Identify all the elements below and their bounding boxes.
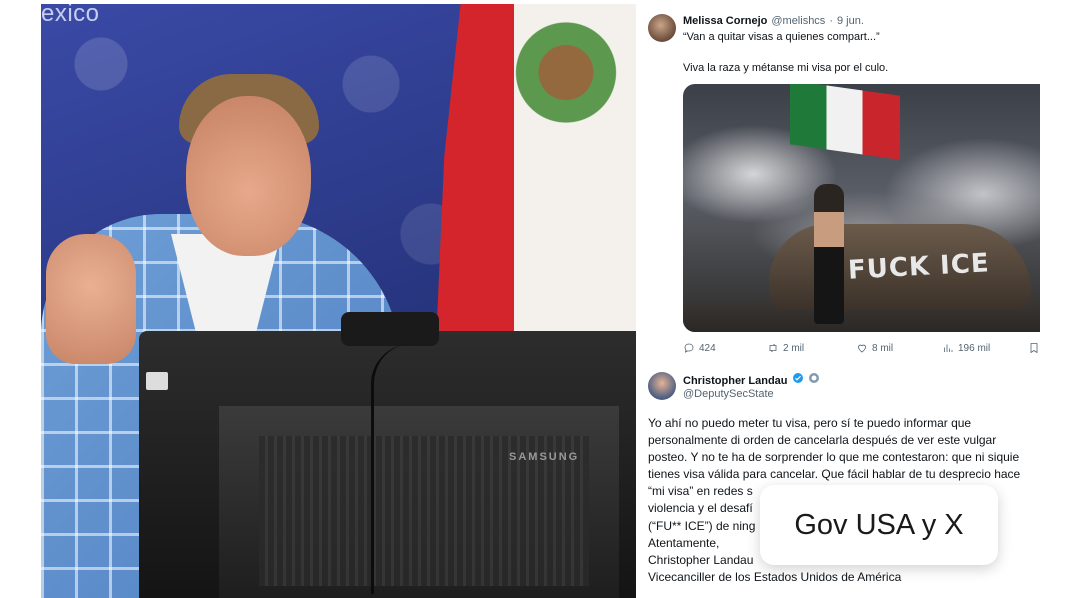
reply-icon	[684, 343, 694, 353]
tweet-body: Viva la raza y métanse mi visa por el cu…	[683, 62, 889, 74]
retweet-icon	[769, 343, 777, 353]
flag-emblem	[511, 14, 621, 144]
author-handle[interactable]: @melishcs	[771, 15, 825, 27]
backdrop-text: exico	[41, 4, 100, 27]
retweet-count: 2 mil	[783, 342, 805, 354]
bookmark-icon	[1030, 343, 1038, 354]
tweet-header: Melissa Cornejo @melishcs · 9 jun.	[683, 15, 864, 27]
tweet-date[interactable]: 9 jun.	[837, 15, 864, 27]
author-handle[interactable]: @DeputySecState	[683, 388, 774, 400]
reply-line: Vicecanciller de los Estados Unidos de A…	[648, 569, 902, 584]
webcam	[341, 312, 439, 346]
reply-line: posteo. Y no te ha de sorprender lo que …	[648, 450, 1020, 465]
reply-count: 424	[699, 342, 716, 354]
tweet-media-image[interactable]: FUCK ICE	[683, 84, 1040, 332]
like-button[interactable]: 8 mil	[856, 342, 893, 354]
webcam-cable	[371, 344, 431, 594]
man-with-flag	[814, 184, 844, 324]
reply-line: tienes visa válida para cancelar. Que fá…	[648, 467, 1021, 482]
reply-line: personalmente di orden de cancelarla des…	[648, 433, 997, 448]
news-photo: exico SAMSUNG	[41, 4, 636, 598]
views-icon	[944, 344, 953, 352]
verified-badge-icon	[792, 373, 803, 383]
tweet-actions: 424 2 mil 8 mil 196 mil	[683, 341, 1040, 355]
author-name[interactable]: Christopher Landau	[683, 375, 788, 387]
reply-button[interactable]: 424	[683, 342, 716, 354]
caption-box: Gov USA y X	[760, 485, 998, 565]
reply-line: Yo ahí no puedo meter tu visa, pero sí t…	[648, 416, 972, 430]
person-head	[186, 96, 311, 256]
monitor-sticker	[146, 372, 168, 390]
caption-text: Gov USA y X	[794, 508, 964, 541]
person-hand	[46, 234, 136, 364]
heart-icon	[858, 344, 866, 353]
avatar[interactable]	[648, 372, 676, 400]
government-badge-icon	[808, 373, 819, 383]
monitor-brand: SAMSUNG	[509, 451, 580, 463]
tweet-header: Christopher Landau	[683, 372, 820, 387]
author-name[interactable]: Melissa Cornejo	[683, 15, 767, 27]
view-count: 196 mil	[958, 342, 991, 354]
bookmark-button[interactable]	[1028, 342, 1040, 354]
like-count: 8 mil	[872, 342, 894, 354]
avatar[interactable]	[648, 14, 676, 42]
separator-dot: ·	[829, 15, 833, 27]
views-button[interactable]: 196 mil	[942, 342, 990, 354]
retweet-button[interactable]: 2 mil	[767, 342, 804, 354]
quoted-text: “Van a quitar visas a quienes compart...…	[683, 31, 880, 43]
